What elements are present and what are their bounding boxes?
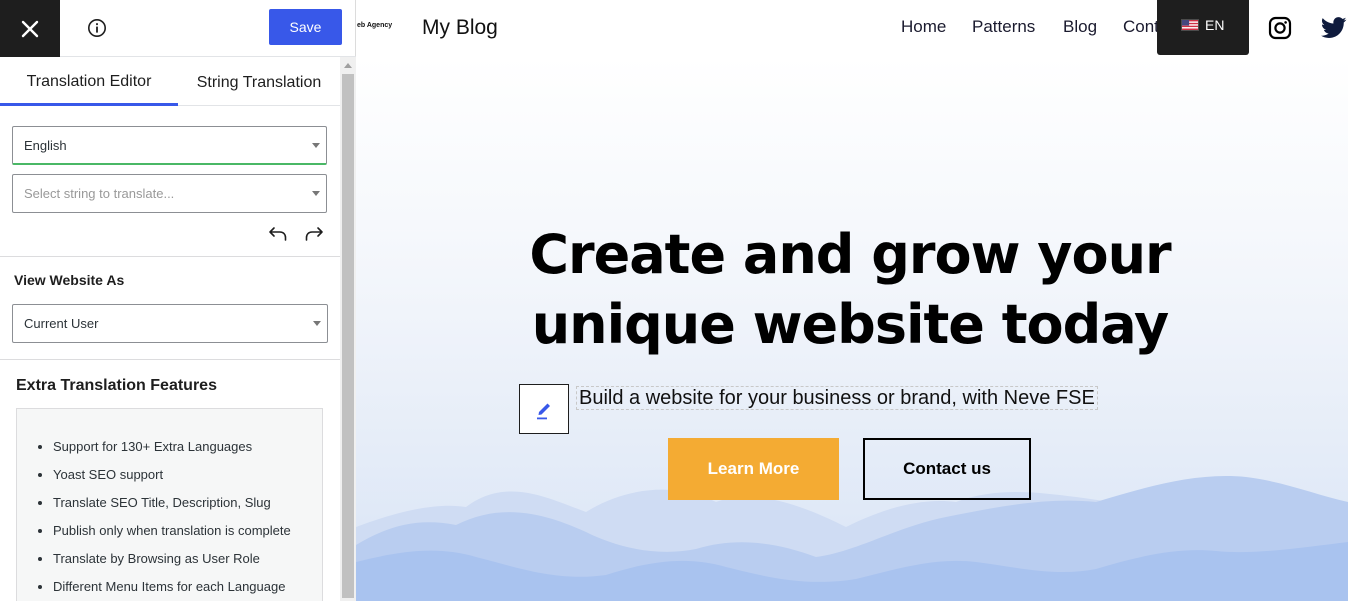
hero-title-line-1: Create and grow your bbox=[529, 223, 1171, 286]
hero-section: Create and grow your unique website toda… bbox=[356, 57, 1348, 601]
close-icon bbox=[21, 20, 39, 37]
undo-button[interactable] bbox=[266, 223, 290, 245]
language-switcher[interactable]: EN bbox=[1157, 0, 1249, 55]
scroll-up-arrow[interactable] bbox=[340, 57, 356, 73]
hero-subtitle[interactable]: Build a website for your business or bra… bbox=[576, 386, 1098, 410]
nav-item-patterns[interactable]: Patterns bbox=[972, 17, 1035, 37]
scroll-thumb[interactable] bbox=[342, 74, 354, 598]
nav-item-blog[interactable]: Blog bbox=[1063, 17, 1097, 37]
editor-body: Translation Editor String Translation En… bbox=[0, 57, 340, 601]
extra-features-heading: Extra Translation Features bbox=[16, 377, 217, 394]
hero-title-line-2: unique website today bbox=[531, 293, 1170, 356]
divider bbox=[0, 359, 340, 360]
nav-item-home[interactable]: Home bbox=[901, 17, 946, 37]
redo-icon bbox=[305, 227, 323, 241]
view-website-as-label: View Website As bbox=[14, 272, 125, 288]
editor-tabs: Translation Editor String Translation bbox=[0, 57, 340, 106]
list-item: Translate by Browsing as User Role bbox=[53, 545, 322, 573]
chevron-down-icon bbox=[313, 321, 321, 326]
nav-item-contact[interactable]: Cont bbox=[1123, 17, 1159, 37]
save-button[interactable]: Save bbox=[269, 9, 342, 45]
tab-string-translation[interactable]: String Translation bbox=[178, 57, 340, 106]
twitter-icon[interactable] bbox=[1321, 16, 1347, 40]
app-root: Save Translation Editor String Translati… bbox=[0, 0, 1348, 601]
list-item: Translate SEO Title, Description, Slug bbox=[53, 489, 322, 517]
tab-translation-editor[interactable]: Translation Editor bbox=[0, 57, 178, 106]
divider bbox=[0, 256, 340, 257]
info-button[interactable] bbox=[84, 15, 110, 41]
view-as-select-value: Current User bbox=[24, 316, 99, 331]
list-item: Support for 130+ Extra Languages bbox=[53, 433, 322, 461]
site-title[interactable]: My Blog bbox=[422, 16, 498, 40]
list-item: Yoast SEO support bbox=[53, 461, 322, 489]
editor-toolbar: Save bbox=[0, 0, 356, 57]
undo-icon bbox=[269, 227, 287, 241]
edit-string-button[interactable] bbox=[519, 384, 569, 434]
site-logo[interactable]: eb Agency bbox=[357, 22, 392, 29]
extra-features-box: Support for 130+ Extra Languages Yoast S… bbox=[16, 408, 323, 601]
chevron-down-icon bbox=[312, 191, 320, 196]
language-select-value: English bbox=[24, 137, 67, 153]
site-header: eb Agency My Blog Home Patterns Blog Con… bbox=[356, 0, 1348, 57]
info-icon bbox=[88, 19, 106, 37]
chevron-down-icon bbox=[312, 143, 320, 148]
website-preview: eb Agency My Blog Home Patterns Blog Con… bbox=[356, 0, 1348, 601]
contact-us-button[interactable]: Contact us bbox=[863, 438, 1031, 500]
translation-editor-panel: Save Translation Editor String Translati… bbox=[0, 0, 356, 601]
language-code: EN bbox=[1205, 17, 1225, 33]
close-button[interactable] bbox=[0, 0, 60, 57]
string-select[interactable]: Select string to translate... bbox=[12, 174, 327, 213]
extra-features-list: Support for 130+ Extra Languages Yoast S… bbox=[53, 433, 322, 601]
pencil-icon bbox=[537, 403, 550, 420]
hero-title: Create and grow your unique website toda… bbox=[356, 220, 1344, 360]
redo-button[interactable] bbox=[302, 223, 326, 245]
list-item: Publish only when translation is complet… bbox=[53, 517, 322, 545]
language-select[interactable]: English bbox=[12, 126, 327, 165]
string-select-placeholder: Select string to translate... bbox=[24, 186, 175, 201]
chevron-up-icon bbox=[344, 62, 352, 68]
us-flag-icon bbox=[1181, 19, 1199, 31]
view-as-select[interactable]: Current User bbox=[12, 304, 328, 343]
panel-scrollbar[interactable] bbox=[340, 57, 356, 601]
instagram-icon[interactable] bbox=[1268, 16, 1292, 40]
list-item: Different Menu Items for each Language bbox=[53, 573, 322, 601]
learn-more-button[interactable]: Learn More bbox=[668, 438, 839, 500]
